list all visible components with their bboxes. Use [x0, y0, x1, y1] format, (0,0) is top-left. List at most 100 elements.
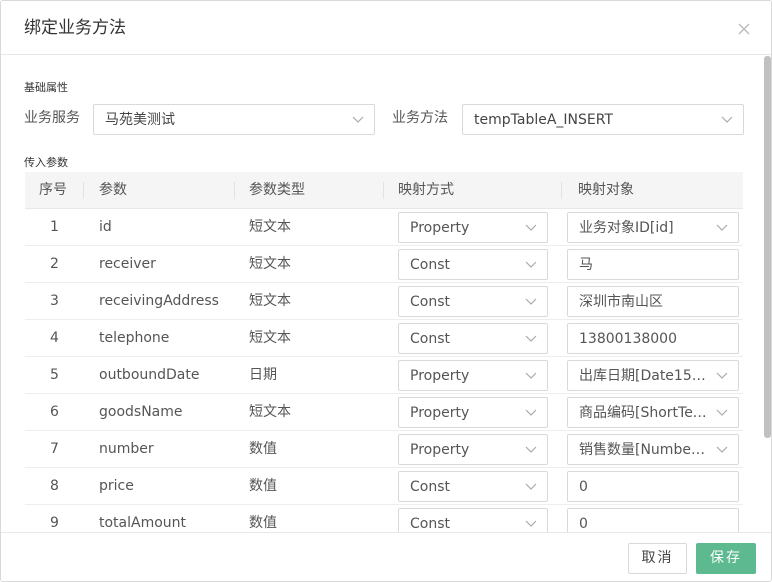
header-divider [83, 182, 84, 199]
dialog-title: 绑定业务方法 [24, 18, 126, 38]
chevron-down-icon [716, 409, 728, 416]
row-index: 6 [50, 404, 59, 420]
table-row: 8 price 数值 Const 0 [25, 468, 743, 505]
row-param: id [99, 219, 112, 235]
cancel-button[interactable]: 取消 [628, 543, 687, 574]
header-param: 参数 [99, 182, 127, 198]
target-input[interactable]: 0 [567, 508, 739, 532]
row-type: 数值 [249, 441, 277, 457]
service-label: 业务服务 [24, 110, 80, 126]
chevron-down-icon [352, 116, 364, 123]
row-param: goodsName [99, 404, 183, 420]
target-select[interactable]: 业务对象ID[id] [567, 212, 739, 243]
service-select[interactable]: 马苑美测试 [93, 104, 375, 135]
close-icon[interactable] [734, 19, 754, 39]
row-type: 数值 [249, 478, 277, 494]
row-param: price [99, 478, 134, 494]
mapping-select-value: Const [410, 331, 450, 347]
mapping-select[interactable]: Property [398, 397, 548, 428]
header-target: 映射对象 [578, 182, 634, 198]
row-index: 5 [50, 367, 59, 383]
mapping-select[interactable]: Const [398, 323, 548, 354]
dialog-body: 基础属性 业务服务 马苑美测试 业务方法 tempTableA_INSERT 传… [1, 56, 771, 532]
target-input[interactable]: 深圳市南山区 [567, 286, 739, 317]
chevron-down-icon [525, 261, 537, 268]
table-row: 5 outboundDate 日期 Property 出库日期[Date1587… [25, 357, 743, 394]
bind-business-method-dialog: 绑定业务方法 基础属性 业务服务 马苑美测试 业务方法 tempTableA_I… [0, 0, 772, 582]
table-header: 序号 参数 参数类型 映射方式 映射对象 [25, 172, 743, 209]
chevron-down-icon [721, 116, 733, 123]
header-divider [561, 182, 562, 199]
row-type: 短文本 [249, 256, 291, 272]
header-divider [383, 182, 384, 199]
save-button[interactable]: 保存 [696, 543, 756, 574]
mapping-select-value: Property [410, 368, 470, 384]
row-param: number [99, 441, 154, 457]
row-type: 数值 [249, 515, 277, 531]
row-type: 短文本 [249, 330, 291, 346]
chevron-down-icon [525, 372, 537, 379]
service-select-value: 马苑美测试 [105, 112, 175, 128]
chevron-down-icon [525, 446, 537, 453]
target-select-value: 销售数量[Number1… [579, 442, 710, 458]
row-type: 短文本 [249, 219, 291, 235]
basic-section-title: 基础属性 [24, 81, 68, 94]
chevron-down-icon [716, 446, 728, 453]
row-param: totalAmount [99, 515, 187, 531]
scrollbar[interactable] [764, 56, 771, 438]
target-select[interactable]: 出库日期[Date1587… [567, 360, 739, 391]
mapping-select-value: Const [410, 257, 450, 273]
params-section-title: 传入参数 [24, 156, 68, 169]
target-input-value: 0 [579, 479, 588, 495]
method-select-value: tempTableA_INSERT [474, 112, 614, 128]
target-input-value: 0 [579, 516, 588, 532]
chevron-down-icon [716, 372, 728, 379]
table-row: 6 goodsName 短文本 Property 商品编码[ShortText… [25, 394, 743, 431]
target-input-value: 13800138000 [579, 331, 677, 347]
table-row: 7 number 数值 Property 销售数量[Number1… [25, 431, 743, 468]
row-index: 1 [50, 219, 59, 235]
method-label: 业务方法 [392, 110, 448, 126]
mapping-select-value: Property [410, 442, 470, 458]
row-type: 短文本 [249, 404, 291, 420]
chevron-down-icon [525, 335, 537, 342]
target-select-value: 商品编码[ShortText… [579, 405, 710, 421]
mapping-select[interactable]: Property [398, 212, 548, 243]
dialog-footer: 取消 保存 [1, 532, 771, 581]
target-select-value: 出库日期[Date1587… [579, 368, 710, 384]
table-body: 1 id 短文本 Property 业务对象ID[id] 2 receiver 短文本 Cons… [25, 209, 743, 532]
row-param: outboundDate [99, 367, 200, 383]
header-divider [234, 182, 235, 199]
table-row: 1 id 短文本 Property 业务对象ID[id] [25, 209, 743, 246]
chevron-down-icon [525, 224, 537, 231]
target-select-value: 业务对象ID[id] [579, 220, 674, 236]
row-index: 2 [50, 256, 59, 272]
row-param: telephone [99, 330, 170, 346]
target-select[interactable]: 销售数量[Number1… [567, 434, 739, 465]
method-select[interactable]: tempTableA_INSERT [462, 104, 744, 135]
target-input[interactable]: 马 [567, 249, 739, 280]
target-select[interactable]: 商品编码[ShortText… [567, 397, 739, 428]
row-index: 7 [50, 441, 59, 457]
row-param: receiver [99, 256, 156, 272]
mapping-select[interactable]: Property [398, 360, 548, 391]
mapping-select[interactable]: Const [398, 249, 548, 280]
row-index: 9 [50, 515, 59, 531]
target-input[interactable]: 13800138000 [567, 323, 739, 354]
row-index: 4 [50, 330, 59, 346]
mapping-select[interactable]: Property [398, 434, 548, 465]
mapping-select-value: Const [410, 516, 450, 532]
table-row: 9 totalAmount 数值 Const 0 [25, 505, 743, 532]
header-type: 参数类型 [249, 182, 305, 198]
table-row: 4 telephone 短文本 Const 13800138000 [25, 320, 743, 357]
chevron-down-icon [716, 224, 728, 231]
mapping-select[interactable]: Const [398, 471, 548, 502]
dialog-header: 绑定业务方法 [1, 1, 771, 55]
mapping-select[interactable]: Const [398, 286, 548, 317]
params-table: 序号 参数 参数类型 映射方式 映射对象 1 id 短文本 Property 业务对象I… [25, 172, 743, 532]
target-input[interactable]: 0 [567, 471, 739, 502]
header-index: 序号 [39, 182, 67, 198]
mapping-select[interactable]: Const [398, 508, 548, 532]
header-mapping: 映射方式 [398, 182, 454, 198]
mapping-select-value: Const [410, 479, 450, 495]
